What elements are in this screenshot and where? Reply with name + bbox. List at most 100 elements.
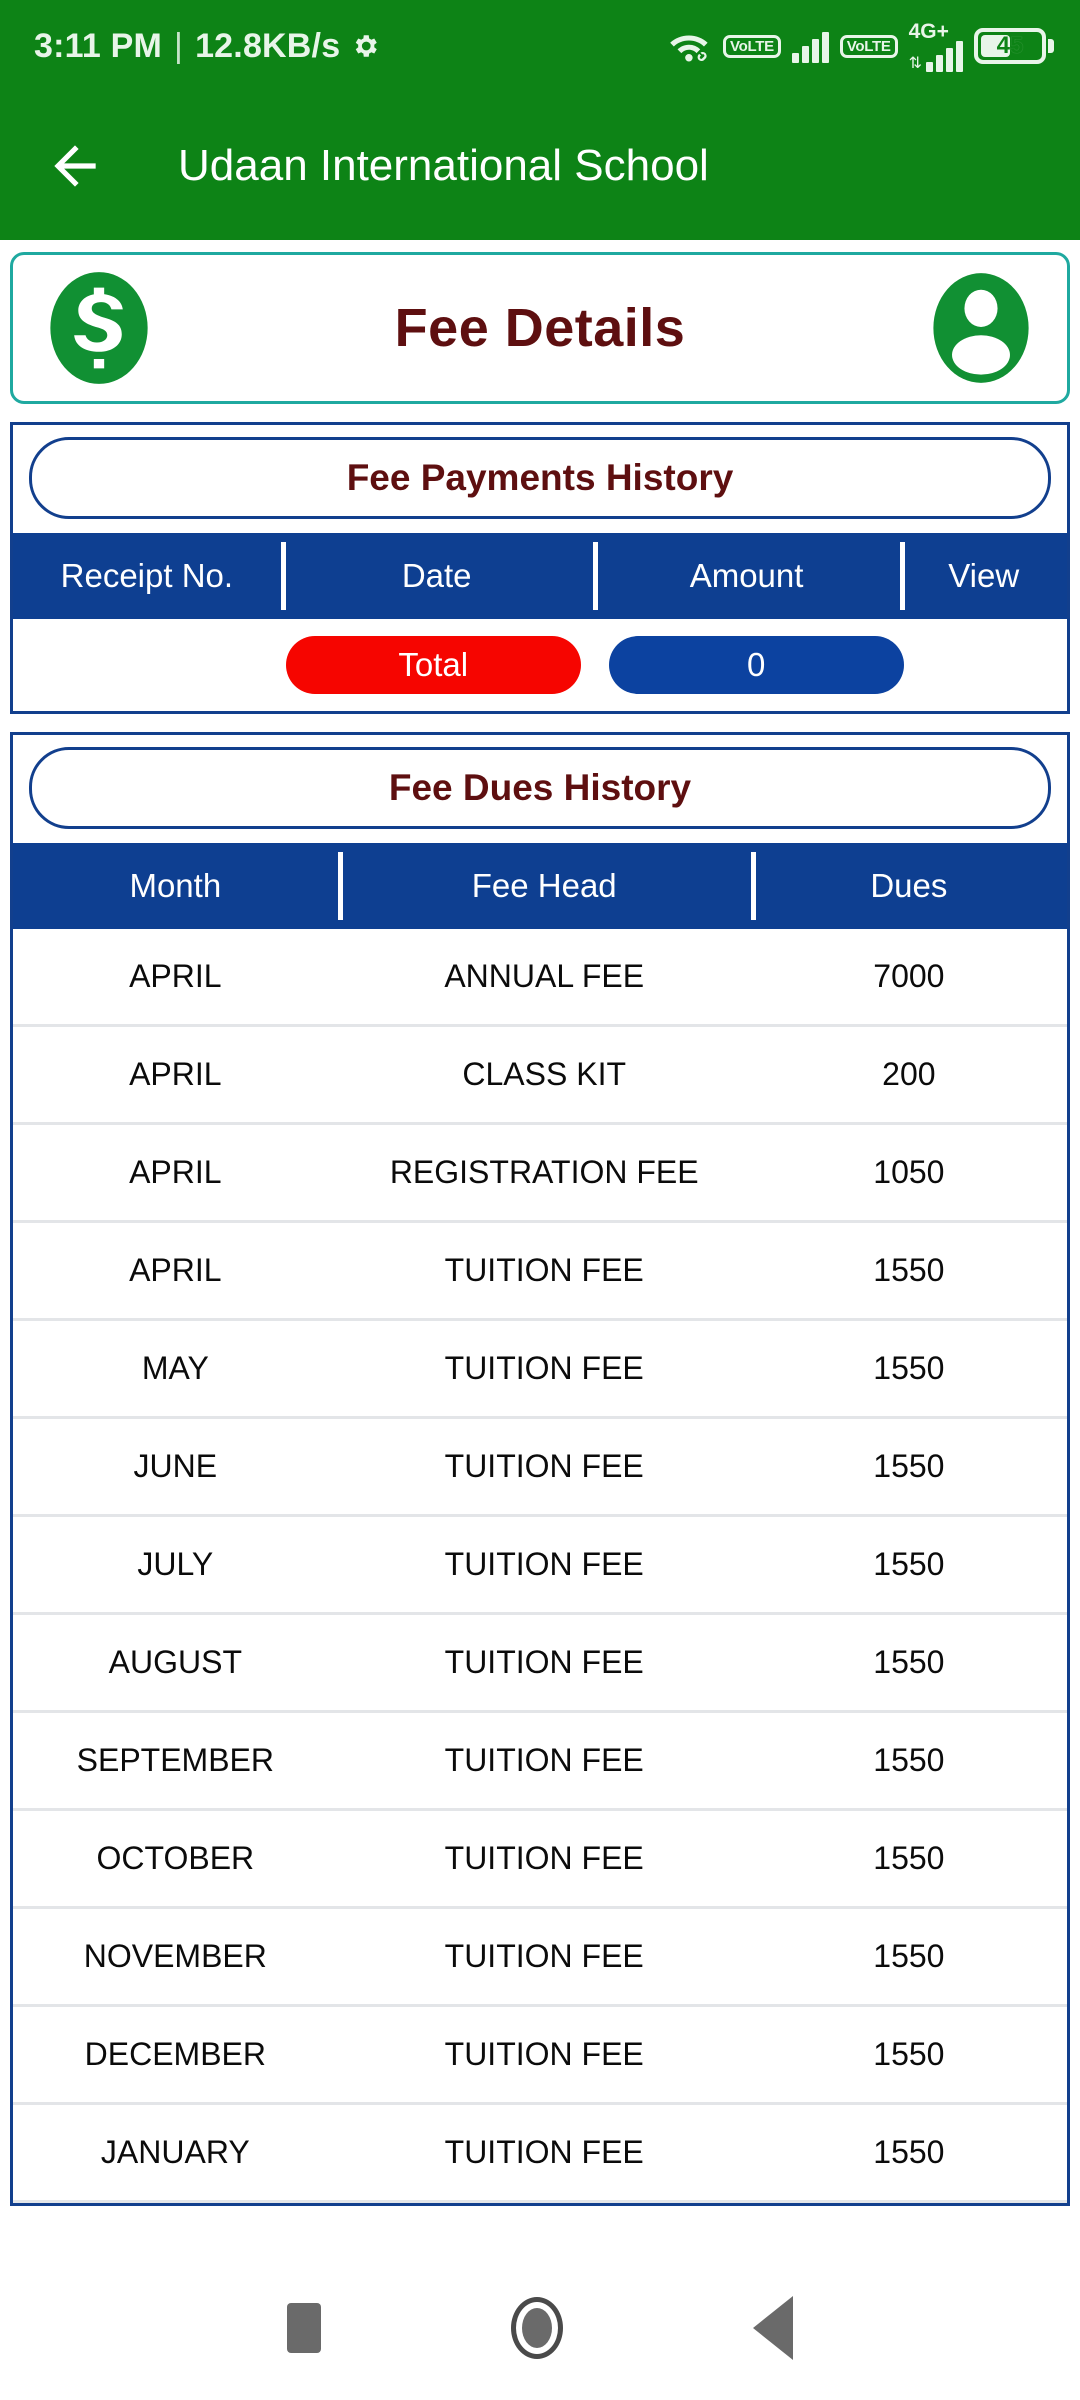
cell-month: JANUARY bbox=[100, 2134, 250, 2170]
volte-sim1-line1: Vo bbox=[730, 37, 748, 55]
cell-fee-head: TUITION FEE bbox=[444, 1546, 644, 1582]
table-row: JUNE TUITION FEE 1550 bbox=[13, 1419, 1067, 1517]
cell-dues: 1550 bbox=[873, 1546, 945, 1582]
cell-fee-head: REGISTRATION FEE bbox=[389, 1154, 699, 1190]
cell-dues: 1550 bbox=[873, 2036, 945, 2072]
fee-payments-total-row: Total 0 bbox=[13, 619, 1067, 711]
cell-month: MAY bbox=[141, 1350, 209, 1386]
cell-dues: 1550 bbox=[873, 1350, 945, 1386]
volte-sim1-icon: Vo LTE bbox=[723, 34, 781, 58]
app-bar: Udaan International School bbox=[0, 92, 1080, 240]
table-row: SEPTEMBER TUITION FEE 1550 bbox=[13, 1713, 1067, 1811]
cell-dues: 1550 bbox=[873, 2134, 945, 2170]
volte-sim1-line2: LTE bbox=[747, 37, 774, 55]
cell-month: APRIL bbox=[129, 1252, 222, 1288]
status-bar-left: 3:11 PM | 12.8KB/s bbox=[34, 27, 380, 66]
cell-month: APRIL bbox=[129, 1056, 222, 1092]
table-row: APRIL ANNUAL FEE 7000 bbox=[13, 929, 1067, 1027]
status-bar-right: Vo LTE Vo LTE 4G+ ⇅ 45 bbox=[668, 21, 1054, 72]
app-bar-title: Udaan International School bbox=[178, 141, 709, 190]
battery-level-label: 45 bbox=[996, 32, 1024, 59]
cell-month: APRIL bbox=[129, 958, 222, 994]
fee-dues-history-panel: Fee Dues History Month Fee Head Dues APR… bbox=[10, 732, 1070, 2206]
cell-fee-head: TUITION FEE bbox=[444, 1742, 644, 1778]
table-row: DECEMBER TUITION FEE 1550 bbox=[13, 2007, 1067, 2105]
cell-month: AUGUST bbox=[108, 1644, 242, 1680]
cell-fee-head: TUITION FEE bbox=[444, 2036, 644, 2072]
cell-fee-head: TUITION FEE bbox=[444, 1840, 644, 1876]
cell-dues: 1550 bbox=[873, 1742, 945, 1778]
column-header-dues: Dues bbox=[750, 843, 1067, 929]
status-separator: | bbox=[174, 26, 184, 65]
triangle-back-icon[interactable] bbox=[753, 2295, 793, 2360]
volte-sim2-line2: LTE bbox=[864, 37, 891, 55]
person-avatar-icon[interactable] bbox=[929, 269, 1033, 387]
signal-bars-sim1-icon bbox=[791, 29, 829, 63]
wifi-link-icon bbox=[668, 30, 712, 63]
table-row: JULY TUITION FEE 1550 bbox=[13, 1517, 1067, 1615]
cell-fee-head: ANNUAL FEE bbox=[444, 958, 645, 994]
table-row: APRIL CLASS KIT 200 bbox=[13, 1027, 1067, 1125]
cell-dues: 1050 bbox=[873, 1154, 945, 1190]
table-row: JANUARY TUITION FEE 1550 bbox=[13, 2105, 1067, 2203]
cell-month: JULY bbox=[137, 1546, 214, 1582]
system-navigation-bar bbox=[0, 2255, 1080, 2400]
fee-payments-history-panel: Fee Payments History Receipt No. Date Am… bbox=[10, 422, 1070, 714]
table-row: APRIL REGISTRATION FEE 1050 bbox=[13, 1125, 1067, 1223]
cell-month: SEPTEMBER bbox=[76, 1742, 274, 1778]
signal-bars-sim2-icon: ⇅ bbox=[909, 38, 963, 72]
cell-month: NOVEMBER bbox=[83, 1938, 267, 1974]
cell-dues: 200 bbox=[882, 1056, 936, 1092]
data-transfer-icon: ⇅ bbox=[908, 54, 922, 72]
gear-icon bbox=[350, 31, 380, 61]
cell-fee-head: TUITION FEE bbox=[444, 1350, 644, 1386]
cell-fee-head: TUITION FEE bbox=[444, 1252, 644, 1288]
cell-fee-head: TUITION FEE bbox=[444, 1448, 644, 1484]
cell-dues: 1550 bbox=[873, 1252, 945, 1288]
table-row: APRIL TUITION FEE 1550 bbox=[13, 1223, 1067, 1321]
fee-details-title: Fee Details bbox=[394, 298, 686, 358]
fee-dues-history-title[interactable]: Fee Dues History bbox=[29, 747, 1051, 829]
column-header-receipt-no: Receipt No. bbox=[60, 557, 234, 594]
cell-fee-head: TUITION FEE bbox=[444, 1644, 644, 1680]
cell-fee-head: TUITION FEE bbox=[444, 2134, 644, 2170]
column-header-month: Month bbox=[129, 867, 222, 904]
fee-payments-table-header: Receipt No. Date Amount View bbox=[13, 533, 1067, 619]
total-label-pill: Total bbox=[285, 636, 581, 694]
status-bar: 3:11 PM | 12.8KB/s Vo LTE Vo LTE 4G+ ⇅ 4… bbox=[0, 0, 1080, 92]
app-root: 3:11 PM | 12.8KB/s Vo LTE Vo LTE 4G+ ⇅ 4… bbox=[0, 0, 1080, 2400]
circle-home-icon[interactable] bbox=[511, 2296, 563, 2359]
total-value-pill: 0 bbox=[608, 636, 904, 694]
cell-dues: 7000 bbox=[873, 958, 945, 994]
cell-dues: 1550 bbox=[873, 1938, 945, 1974]
cell-dues: 1550 bbox=[873, 1448, 945, 1484]
cell-fee-head: CLASS KIT bbox=[462, 1056, 626, 1092]
volte-sim2-line1: Vo bbox=[846, 37, 865, 55]
back-arrow-icon[interactable] bbox=[44, 135, 106, 197]
fee-payments-title-wrap: Fee Payments History bbox=[13, 425, 1067, 533]
fee-dues-table-header: Month Fee Head Dues bbox=[13, 843, 1067, 929]
table-row: OCTOBER TUITION FEE 1550 bbox=[13, 1811, 1067, 1909]
cell-dues: 1550 bbox=[873, 1644, 945, 1680]
fee-dues-table-body: APRIL ANNUAL FEE 7000 APRIL CLASS KIT 200 APRI… bbox=[13, 929, 1067, 2203]
volte-sim2-icon: Vo LTE bbox=[839, 34, 898, 58]
column-header-amount: Amount bbox=[592, 533, 901, 619]
fee-payments-history-title[interactable]: Fee Payments History bbox=[29, 437, 1051, 519]
cell-dues: 1550 bbox=[873, 1840, 945, 1876]
cell-month: APRIL bbox=[129, 1154, 222, 1190]
network-speed: 12.8KB/s bbox=[195, 26, 341, 65]
fee-dues-title-wrap: Fee Dues History bbox=[13, 735, 1067, 843]
status-time: 3:11 PM bbox=[34, 26, 163, 65]
cell-month: DECEMBER bbox=[84, 2036, 266, 2072]
network-type-group: 4G+ ⇅ bbox=[909, 21, 963, 72]
table-row: NOVEMBER TUITION FEE 1550 bbox=[13, 1909, 1067, 2007]
cell-month: JUNE bbox=[133, 1448, 218, 1484]
content-scroll-area[interactable]: Fee Details Fee Payments History Receipt… bbox=[0, 240, 1080, 2255]
table-row: AUGUST TUITION FEE 1550 bbox=[13, 1615, 1067, 1713]
dollar-circle-icon[interactable] bbox=[47, 269, 151, 387]
column-header-fee-head: Fee Head bbox=[337, 843, 751, 929]
square-recents-icon[interactable] bbox=[287, 2302, 321, 2353]
table-row: MAY TUITION FEE 1550 bbox=[13, 1321, 1067, 1419]
fee-details-header-card: Fee Details bbox=[10, 252, 1070, 404]
column-header-date: Date bbox=[280, 533, 593, 619]
